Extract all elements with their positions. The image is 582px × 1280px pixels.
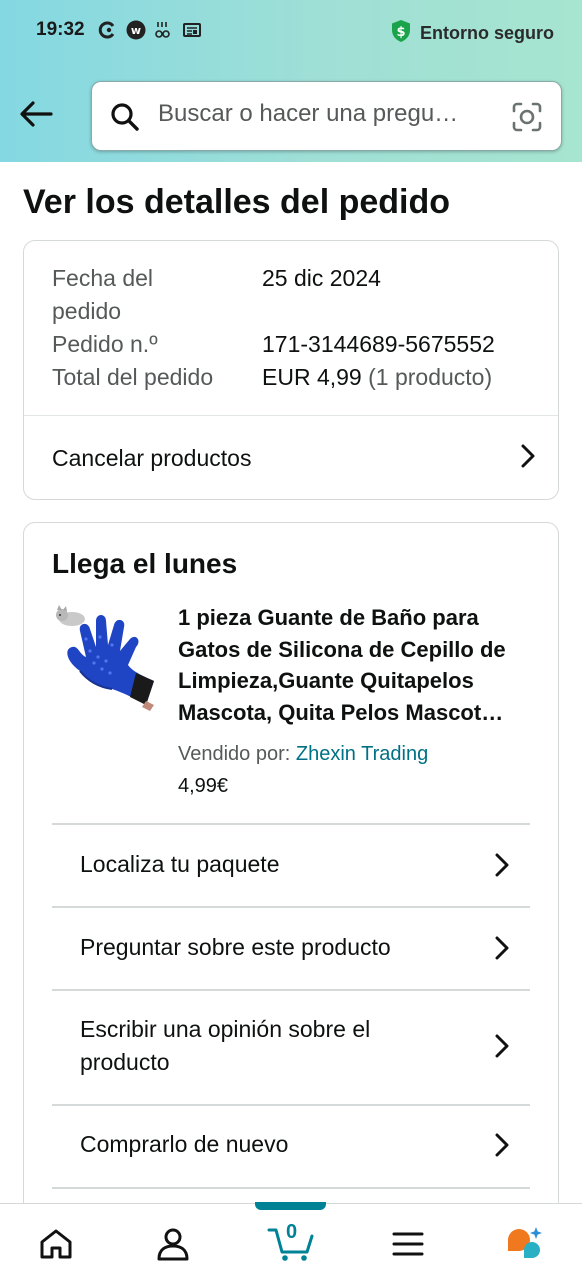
secure-label: Entorno seguro [420, 23, 554, 43]
status-time: 19:32 [36, 19, 85, 40]
ask-product-row[interactable]: Preguntar sobre este producto [52, 908, 530, 989]
order-date-label-line1: Fecha del [52, 265, 154, 291]
track-package-row[interactable]: Localiza tu paquete [52, 825, 530, 906]
nav-menu[interactable] [388, 1224, 428, 1264]
nav-home[interactable] [36, 1224, 76, 1264]
camera-lens-icon[interactable] [511, 101, 543, 138]
chevron-right-icon [494, 852, 510, 883]
seller-link[interactable]: Zhexin Trading [296, 743, 428, 765]
shield-icon: $ [390, 19, 412, 48]
chevron-right-icon [520, 443, 536, 474]
order-total-value: EUR 4,99 [262, 364, 362, 390]
news-icon [182, 20, 202, 40]
cancel-products-label: Cancelar productos [52, 444, 252, 471]
buy-again-row[interactable]: Comprarlo de nuevo [52, 1106, 530, 1187]
cancel-products-row[interactable]: Cancelar productos [24, 416, 558, 500]
status-icons: w [98, 20, 202, 40]
nav-assistant[interactable] [504, 1224, 544, 1264]
menu-icon [392, 1232, 424, 1256]
order-number-value: 171-3144689-5675552 [262, 331, 495, 357]
order-total: EUR 4,99 (1 producto) [262, 364, 492, 391]
w-circle-icon: w [126, 20, 146, 40]
cart-count-badge: 0 [286, 1221, 298, 1243]
seller-line: Vendido por: Zhexin Trading [178, 743, 428, 766]
home-icon [40, 1229, 72, 1259]
chevron-right-icon [494, 1132, 510, 1163]
product-price: 4,99€ [178, 775, 229, 797]
search-icon [110, 102, 140, 137]
search-input[interactable] [158, 100, 488, 128]
active-tab-indicator [255, 1202, 326, 1210]
order-total-label: Total del pedido [52, 364, 214, 390]
chevron-right-icon [494, 1033, 510, 1064]
product-thumbnail[interactable] [50, 601, 156, 711]
grid-dots-icon [154, 20, 174, 40]
chevron-right-icon [494, 935, 510, 966]
order-date-label-line2: pedido [52, 298, 122, 324]
svg-text:w: w [131, 24, 141, 37]
arrival-heading: Llega el lunes [52, 548, 238, 579]
search-bar[interactable] [91, 81, 562, 151]
svg-text:$: $ [396, 25, 405, 40]
ask-product-label: Preguntar sobre este producto [80, 934, 391, 960]
back-arrow-icon [20, 101, 53, 127]
page-title: Ver los detalles del pedido [23, 183, 451, 221]
order-date-value: 25 dic 2024 [262, 265, 381, 291]
write-review-label: Escribir una opinión sobre el producto [80, 1016, 371, 1075]
sold-by-label: Vendido por: [178, 743, 291, 765]
secure-indicator: $ Entorno seguro [390, 19, 554, 48]
divider [52, 1187, 530, 1189]
track-package-label: Localiza tu paquete [80, 851, 280, 877]
buy-again-label: Comprarlo de nuevo [80, 1131, 289, 1157]
product-title-link[interactable]: 1 pieza Guante de Baño para Gatos de Sil… [178, 602, 538, 728]
shipment-card: Llega el lunes 1 pieza Guante de Baño pa… [23, 522, 559, 1242]
nav-account[interactable] [153, 1224, 193, 1264]
app-header: 19:32 w $ Entorno seguro [0, 0, 582, 162]
product-image [56, 605, 154, 711]
write-review-row[interactable]: Escribir una opinión sobre el producto [52, 991, 530, 1105]
order-number-label: Pedido n.º [52, 331, 158, 357]
order-summary-card: Fecha del pedido 25 dic 2024 Pedido n.º … [23, 240, 559, 500]
assistant-icon [508, 1227, 542, 1258]
refresh-c-icon [98, 20, 118, 40]
back-button[interactable] [16, 94, 56, 134]
account-icon [157, 1228, 189, 1261]
order-total-count: (1 producto) [368, 364, 493, 390]
